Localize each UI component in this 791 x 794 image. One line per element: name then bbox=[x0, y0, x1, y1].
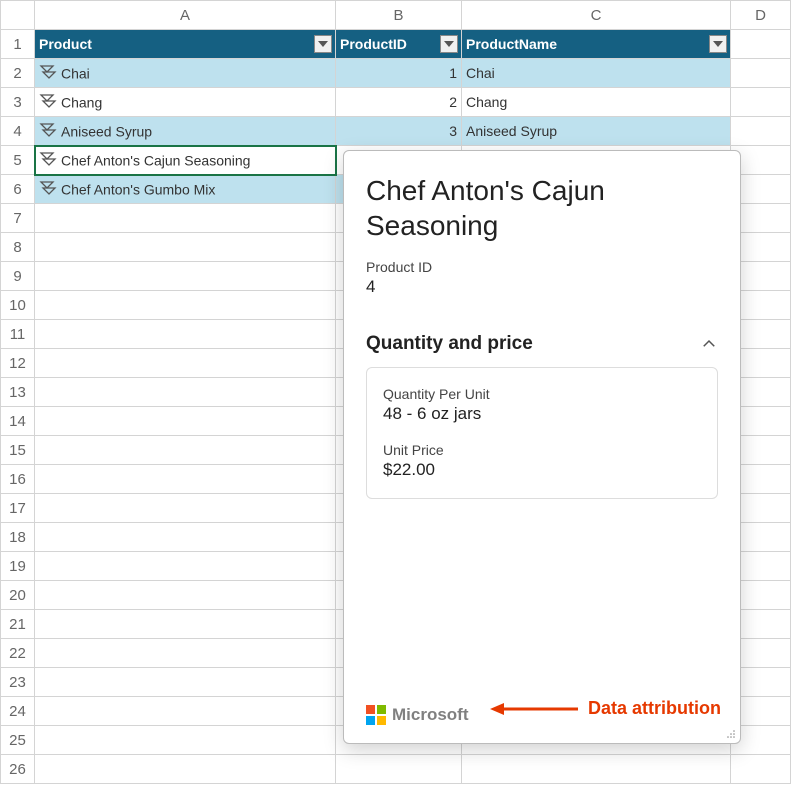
row-header[interactable]: 7 bbox=[1, 204, 35, 233]
arrow-left-icon bbox=[490, 701, 580, 717]
cell-productname[interactable]: Chai bbox=[462, 59, 731, 88]
row-header[interactable]: 4 bbox=[1, 117, 35, 146]
cell[interactable] bbox=[462, 755, 731, 784]
cell[interactable] bbox=[35, 407, 336, 436]
cell-product[interactable]: Chang bbox=[35, 88, 336, 117]
cell[interactable] bbox=[35, 523, 336, 552]
row-header[interactable]: 18 bbox=[1, 523, 35, 552]
cell[interactable] bbox=[35, 349, 336, 378]
row-header[interactable]: 12 bbox=[1, 349, 35, 378]
row-header[interactable]: 19 bbox=[1, 552, 35, 581]
linked-data-type-icon bbox=[39, 94, 57, 111]
linked-data-type-icon bbox=[39, 181, 57, 198]
qty-label: Quantity Per Unit bbox=[383, 386, 701, 402]
attribution-text: Microsoft bbox=[392, 705, 469, 725]
annotation-text: Data attribution bbox=[588, 698, 721, 719]
row-header[interactable]: 8 bbox=[1, 233, 35, 262]
row-header[interactable]: 2 bbox=[1, 59, 35, 88]
cell-product[interactable]: Aniseed Syrup bbox=[35, 117, 336, 146]
row-header[interactable]: 9 bbox=[1, 262, 35, 291]
col-header-C[interactable]: C bbox=[462, 1, 731, 30]
table-header-product[interactable]: Product bbox=[35, 30, 336, 59]
microsoft-logo-icon bbox=[366, 705, 386, 725]
cell[interactable] bbox=[35, 668, 336, 697]
cell[interactable] bbox=[35, 494, 336, 523]
resize-handle-icon[interactable] bbox=[726, 729, 736, 739]
cell-productname[interactable]: Aniseed Syrup bbox=[462, 117, 731, 146]
row-header[interactable]: 14 bbox=[1, 407, 35, 436]
cell[interactable] bbox=[35, 204, 336, 233]
cell-product[interactable]: Chef Anton's Gumbo Mix bbox=[35, 175, 336, 204]
col-header-A[interactable]: A bbox=[35, 1, 336, 30]
cell-product[interactable]: Chai bbox=[35, 59, 336, 88]
cell[interactable] bbox=[35, 639, 336, 668]
linked-data-type-icon bbox=[39, 65, 57, 82]
cell-productid[interactable]: 3 bbox=[336, 117, 462, 146]
col-header-D[interactable]: D bbox=[731, 1, 791, 30]
row-header[interactable]: 24 bbox=[1, 697, 35, 726]
cell-productname[interactable]: Chang bbox=[462, 88, 731, 117]
cell[interactable] bbox=[731, 59, 791, 88]
section-title: Quantity and price bbox=[366, 333, 533, 355]
section-box: Quantity Per Unit 48 - 6 oz jars Unit Pr… bbox=[366, 367, 718, 499]
cell[interactable] bbox=[35, 726, 336, 755]
row-header[interactable]: 25 bbox=[1, 726, 35, 755]
cell[interactable] bbox=[336, 755, 462, 784]
cell[interactable] bbox=[35, 581, 336, 610]
cell[interactable] bbox=[35, 610, 336, 639]
cell[interactable] bbox=[35, 233, 336, 262]
row-header[interactable]: 23 bbox=[1, 668, 35, 697]
chevron-up-icon[interactable] bbox=[700, 335, 718, 353]
cell[interactable] bbox=[35, 320, 336, 349]
row-header[interactable]: 20 bbox=[1, 581, 35, 610]
cell[interactable] bbox=[35, 552, 336, 581]
row-header[interactable]: 10 bbox=[1, 291, 35, 320]
cell[interactable] bbox=[35, 697, 336, 726]
filter-dropdown-button[interactable] bbox=[314, 35, 332, 53]
row-header[interactable]: 13 bbox=[1, 378, 35, 407]
cell-productid[interactable]: 1 bbox=[336, 59, 462, 88]
table-header-productid[interactable]: ProductID bbox=[336, 30, 462, 59]
row-header[interactable]: 21 bbox=[1, 610, 35, 639]
row-header[interactable]: 3 bbox=[1, 88, 35, 117]
row-header[interactable]: 6 bbox=[1, 175, 35, 204]
row-header[interactable]: 22 bbox=[1, 639, 35, 668]
cell[interactable] bbox=[35, 291, 336, 320]
row-header[interactable]: 1 bbox=[1, 30, 35, 59]
cell[interactable] bbox=[35, 262, 336, 291]
cell[interactable] bbox=[731, 755, 791, 784]
cell[interactable] bbox=[35, 378, 336, 407]
product-id-value: 4 bbox=[366, 277, 718, 297]
cell[interactable] bbox=[731, 117, 791, 146]
row-header[interactable]: 17 bbox=[1, 494, 35, 523]
cell-productid[interactable]: 2 bbox=[336, 88, 462, 117]
row-header[interactable]: 15 bbox=[1, 436, 35, 465]
col-header-B[interactable]: B bbox=[336, 1, 462, 30]
cell[interactable] bbox=[35, 755, 336, 784]
filter-dropdown-button[interactable] bbox=[709, 35, 727, 53]
select-all-corner[interactable] bbox=[1, 1, 35, 30]
data-type-card: Chef Anton's Cajun Seasoning Product ID … bbox=[343, 150, 741, 744]
row-header[interactable]: 5 bbox=[1, 146, 35, 175]
price-value: $22.00 bbox=[383, 460, 701, 480]
qty-value: 48 - 6 oz jars bbox=[383, 404, 701, 424]
product-id-label: Product ID bbox=[366, 259, 718, 275]
card-title: Chef Anton's Cajun Seasoning bbox=[366, 173, 718, 243]
cell[interactable] bbox=[731, 30, 791, 59]
annotation-callout: Data attribution bbox=[490, 698, 721, 719]
cell-product[interactable]: Chef Anton's Cajun Seasoning bbox=[35, 146, 336, 175]
row-header[interactable]: 16 bbox=[1, 465, 35, 494]
cell[interactable] bbox=[35, 436, 336, 465]
table-header-productname[interactable]: ProductName bbox=[462, 30, 731, 59]
linked-data-type-icon bbox=[39, 123, 57, 140]
price-label: Unit Price bbox=[383, 442, 701, 458]
row-header[interactable]: 11 bbox=[1, 320, 35, 349]
filter-dropdown-button[interactable] bbox=[440, 35, 458, 53]
cell[interactable] bbox=[731, 88, 791, 117]
cell[interactable] bbox=[35, 465, 336, 494]
row-header[interactable]: 26 bbox=[1, 755, 35, 784]
linked-data-type-icon bbox=[39, 152, 57, 169]
